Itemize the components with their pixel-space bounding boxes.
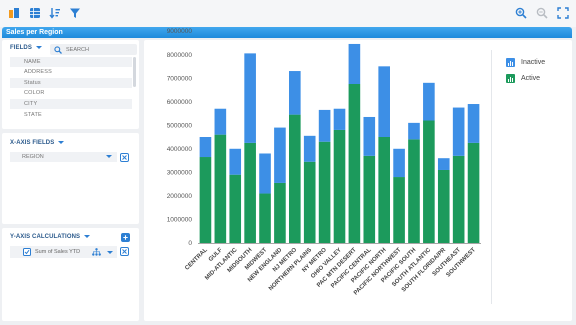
bar-inactive[interactable] [303,135,316,162]
y-tick-label: 2000000 [167,193,193,200]
bar-inactive[interactable] [259,153,271,194]
bar-active[interactable] [408,139,420,243]
bar-inactive[interactable] [363,116,376,156]
bar-inactive[interactable] [318,109,331,142]
y-tick-label: 0 [188,240,192,247]
legend-divider [491,50,492,304]
y-tick-label: 3000000 [167,170,193,177]
bar-active[interactable] [244,142,256,243]
bar-active[interactable] [289,114,301,243]
stacked-bar-chart: 0 1000000 2000000 3000000 4000000 5000000 6000… [167,28,481,297]
bar-active[interactable] [318,141,331,243]
bar-chart-icon [506,74,515,83]
bar-inactive[interactable] [199,137,212,158]
bar-active[interactable] [467,142,480,243]
bar-inactive[interactable] [452,107,465,156]
y-tick-label: 8000000 [167,52,193,59]
bar-active[interactable] [274,182,286,243]
legend-item-inactive[interactable]: Inactive [506,58,545,67]
legend-label-inactive: Inactive [521,59,546,66]
bar-inactive[interactable] [378,66,390,137]
bar-inactive[interactable] [467,104,480,143]
bar-chart-icon [506,58,515,67]
bar-inactive[interactable] [437,158,450,170]
bar-inactive[interactable] [214,108,227,135]
bar-inactive[interactable] [229,148,242,175]
bar-inactive[interactable] [244,53,256,143]
bar-active[interactable] [348,84,361,243]
y-tick-label: 6000000 [167,99,193,106]
bar-active[interactable] [378,137,390,243]
bar-active[interactable] [437,169,450,243]
y-tick-label: 4000000 [167,146,193,153]
bar-inactive[interactable] [393,148,405,178]
bar-active[interactable] [229,174,242,243]
bar-inactive[interactable] [423,82,435,121]
bar-active[interactable] [423,120,435,243]
bar-inactive[interactable] [289,71,301,115]
bar-active[interactable] [214,134,227,243]
bar-active[interactable] [199,157,212,243]
bar-inactive[interactable] [333,108,346,130]
y-tick-label: 1000000 [167,217,193,224]
bar-inactive[interactable] [408,122,420,140]
bar-inactive[interactable] [274,127,286,183]
legend-label-active: Active [521,75,541,82]
bar-inactive[interactable] [348,43,361,84]
y-tick-label: 9000000 [167,28,193,35]
legend-item-active[interactable]: Active [506,74,540,83]
x-tick-label: CENTRAL [184,247,209,272]
bar-active[interactable] [259,193,271,243]
bar-active[interactable] [303,161,316,243]
bar-active[interactable] [333,129,346,243]
bar-active[interactable] [363,155,376,243]
bar-active[interactable] [393,177,405,243]
y-tick-label: 7000000 [167,75,193,82]
bar-active[interactable] [452,155,465,243]
y-tick-label: 5000000 [167,122,193,129]
